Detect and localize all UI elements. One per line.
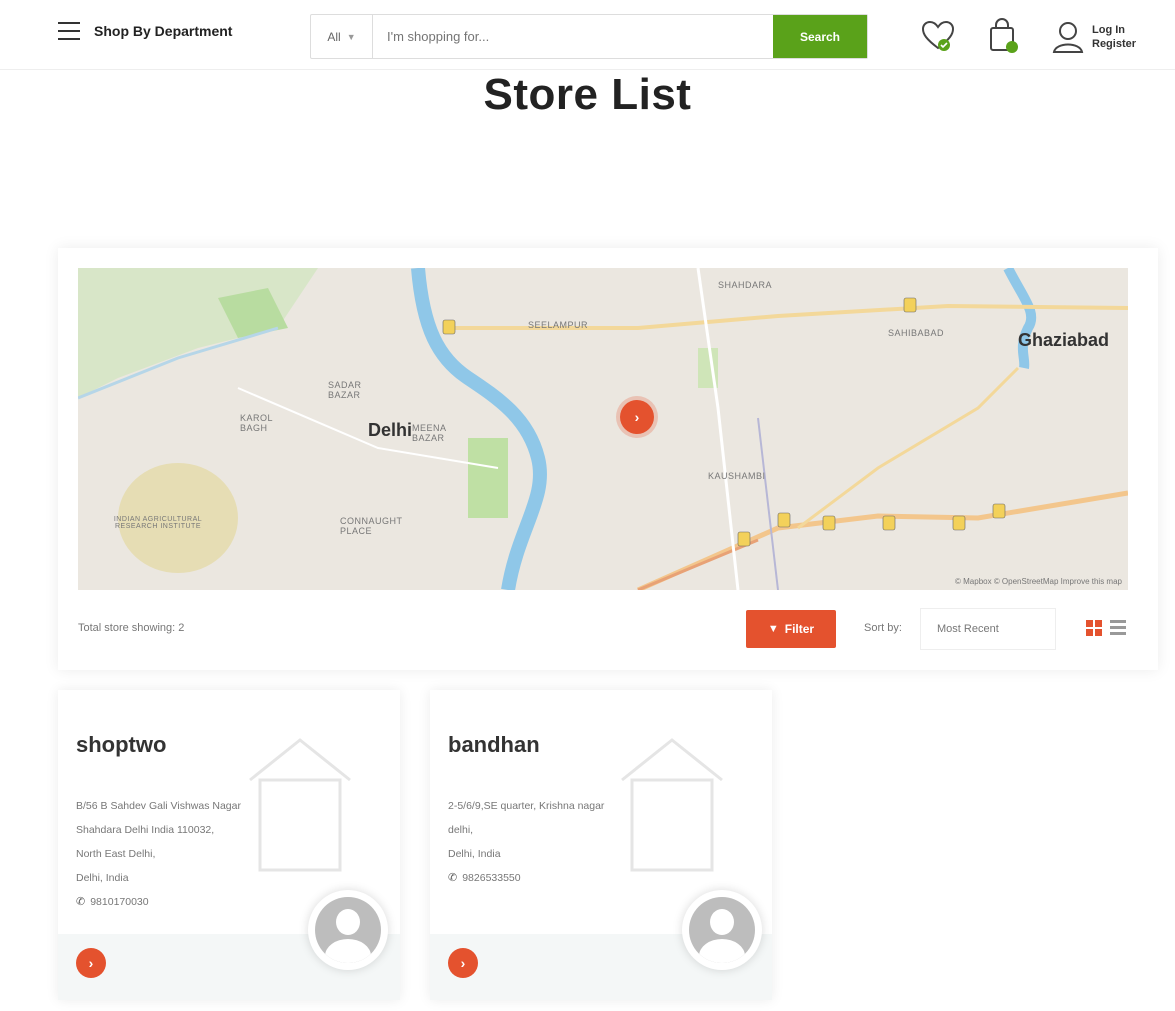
address-line: 2-5/6/9,SE quarter, Krishna nagar [448,800,605,812]
map-label-ghaziabad: Ghaziabad [1018,330,1110,350]
search-category-select[interactable]: All ▼ [311,15,373,58]
store-details-button[interactable]: › [448,948,478,978]
map-label-area: Kaushambi [708,471,766,481]
address-line: North East Delhi, [76,848,156,860]
store-name[interactable]: shoptwo [76,732,166,758]
store-avatar [682,890,762,970]
address-line: Shahdara Delhi India 110032, [76,824,215,836]
phone-icon: ✆ [448,872,458,884]
phone-number: 9826533550 [462,872,521,884]
list-view-icon[interactable] [1110,620,1126,636]
address-line: Delhi, India [448,848,501,860]
map-tiles [78,268,1128,590]
map-label-area: Seelampur [528,320,589,330]
map-label-delhi: Delhi [368,420,413,440]
map-label-area: Sahibabad [888,328,945,338]
department-label: Shop By Department [94,23,233,39]
map-attribution[interactable]: © Mapbox © OpenStreetMap Improve this ma… [955,577,1122,586]
filter-icon: ▼ [767,623,779,635]
sort-label: Sort by: [864,622,902,634]
store-address: B/56 B Sahdev Gali Vishwas Nagar Shahdar… [76,794,336,914]
address-line: delhi, [448,824,474,836]
phone-number: 9810170030 [90,896,149,908]
store-map-panel: Delhi Ghaziabad Sadar Bazar Karol Bagh C… [58,248,1158,670]
search-bar: All ▼ Search [310,14,868,59]
store-map-marker[interactable]: › [620,400,654,434]
heart-icon [921,20,955,51]
map-label-area: Connaught Place [340,516,403,536]
search-input[interactable] [373,15,773,58]
filter-label: Filter [784,622,815,636]
search-category-value: All [327,29,341,44]
login-label: Log In [1092,24,1125,36]
chevron-down-icon: ▼ [346,31,356,42]
user-icon [1052,22,1084,53]
store-phone: ✆ 9826533550 [448,866,708,890]
search-button[interactable]: Search [773,15,867,58]
login-register-link[interactable]: Log In Register [1052,20,1136,54]
store-details-button[interactable]: › [76,948,106,978]
register-label: Register [1092,38,1137,50]
filter-button[interactable]: ▼ Filter [746,610,836,648]
listing-toolbar: Total store showing: 2 ▼ Filter Sort by:… [78,608,1128,652]
site-header: Shop By Department All ▼ Search Log In R [0,0,1175,70]
map-label-area: Karol Bagh [240,413,273,433]
map-label-area: Meena Bazar [412,423,447,443]
store-map[interactable]: Delhi Ghaziabad Sadar Bazar Karol Bagh C… [78,268,1128,590]
sort-select[interactable]: Most Recent [920,608,1056,650]
store-card[interactable]: shoptwo B/56 B Sahdev Gali Vishwas Nagar… [58,690,400,1000]
store-phone: ✆ 9810170030 [76,890,336,914]
shopping-bag-icon [990,18,1018,53]
store-card[interactable]: bandhan 2-5/6/9,SE quarter, Krishna naga… [430,690,772,1000]
shop-by-department-menu[interactable]: Shop By Department [58,22,232,40]
address-line: Delhi, India [76,872,129,884]
cart-button[interactable] [985,18,1025,58]
map-label-area: Sadar Bazar [328,380,362,400]
store-address: 2-5/6/9,SE quarter, Krishna nagar delhi,… [448,794,708,890]
grid-view-icon[interactable] [1086,620,1102,636]
map-label-area: Shahdara [718,280,773,290]
map-label-area: Indian Agricultural Research Institute [113,516,203,530]
store-avatar [308,890,388,970]
avatar-placeholder-icon [315,897,381,963]
page-title: Store List [483,70,692,119]
avatar-placeholder-icon [689,897,755,963]
hamburger-icon [58,22,80,40]
total-store-count: Total store showing: 2 [78,622,185,634]
address-line: B/56 B Sahdev Gali Vishwas Nagar [76,800,241,812]
wishlist-button[interactable] [920,18,960,58]
phone-icon: ✆ [76,896,86,908]
store-name[interactable]: bandhan [448,732,540,758]
